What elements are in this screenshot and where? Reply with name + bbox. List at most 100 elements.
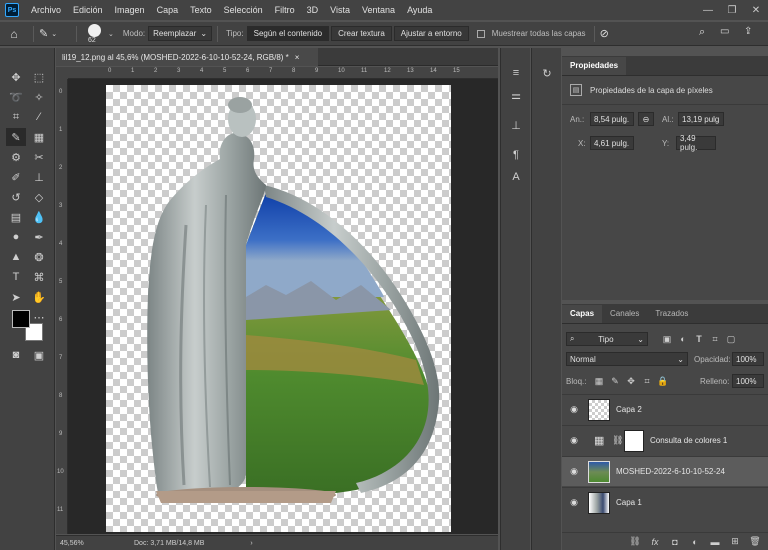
menu-archivo[interactable]: Archivo [25,0,67,20]
menu-edicion[interactable]: Edición [67,0,109,20]
filter-pixel-icon[interactable]: ▣ [660,332,674,346]
quick-mask-icon[interactable]: ◙ [6,346,26,364]
brush-settings-icon[interactable]: ≡ [506,64,526,82]
path-selection-tool-icon[interactable]: ➤ [6,288,26,306]
pen-tool-alt-icon[interactable]: ▲ [6,248,26,266]
new-group-icon[interactable]: ▬ [708,535,722,549]
glyphs-icon[interactable]: ¶ [506,146,526,164]
type-create-texture-button[interactable]: Crear textura [331,26,392,41]
layer-mask-thumbnail[interactable] [624,429,644,452]
visibility-eye-icon[interactable]: ◉ [568,435,580,447]
filter-adjustment-icon[interactable]: ◐ [676,332,690,346]
home-icon[interactable]: ⌂ [0,27,28,41]
clone-stamp-tool-icon[interactable]: ⊥ [29,168,49,186]
chain-link-icon[interactable]: ⛓ [612,435,623,446]
zoom-level[interactable]: 45,56% [60,540,108,547]
layer-filter-select[interactable]: ⌕ Tipo ⌄ [566,332,648,346]
brushes-icon[interactable]: ⚌ [506,86,526,104]
fill-field[interactable]: 100% [732,374,764,388]
new-layer-icon[interactable]: ⊞ [728,535,742,549]
adjustment-layer-icon[interactable]: ◐ [688,535,702,549]
visibility-eye-icon[interactable]: ◉ [568,466,580,478]
y-field[interactable]: 3,49 pulg. [676,134,716,152]
menu-texto[interactable]: Texto [184,0,218,20]
type-content-aware-button[interactable]: Según el contenido [246,26,330,41]
canvas-area[interactable] [68,79,498,534]
chevron-down-icon[interactable]: ⌄ [108,30,114,38]
patch-tool-icon[interactable]: ⚙ [6,148,26,166]
visibility-eye-icon[interactable]: ◉ [568,404,580,416]
brush-tool-icon[interactable]: ✐ [6,168,26,186]
menu-3d[interactable]: 3D [301,0,325,20]
menu-ayuda[interactable]: Ayuda [401,0,438,20]
height-field[interactable]: 13,19 pulg [678,112,724,126]
layer-row[interactable]: ◉ Capa 2 [562,394,768,424]
gradient-tool-icon[interactable]: ▤ [6,208,26,226]
width-field[interactable]: 8,54 pulg. [590,112,634,126]
marquee-tool-icon[interactable]: ⬚ [29,68,49,86]
share-icon[interactable]: ⇪ [744,26,752,37]
trash-icon[interactable]: 🗑 [748,535,762,549]
hand-tool-icon[interactable]: ✋ [29,288,49,306]
minimize-icon[interactable]: — [696,0,720,20]
eraser-tool-icon[interactable]: ◇ [29,188,49,206]
history-icon[interactable]: ↻ [537,64,557,82]
character-icon[interactable]: A [506,168,526,186]
menu-filtro[interactable]: Filtro [269,0,301,20]
crop-tool-icon[interactable]: ⌗ [6,108,26,126]
menu-imagen[interactable]: Imagen [109,0,151,20]
pen-tool-icon[interactable]: ✒ [29,228,49,246]
custom-shape-tool-icon[interactable]: ⌘ [29,268,49,286]
menu-capa[interactable]: Capa [151,0,185,20]
fx-icon[interactable]: fx [648,535,662,549]
filter-shape-icon[interactable]: ⌗ [708,332,722,346]
workspace-icon[interactable]: ▭ [720,26,729,37]
blur-tool-icon[interactable]: 💧 [29,208,49,226]
close-tab-icon[interactable]: × [295,53,300,62]
close-window-icon[interactable]: ✕ [744,0,768,20]
lock-position-icon[interactable]: ✥ [624,374,638,388]
filter-smart-object-icon[interactable]: ▢ [724,332,738,346]
brush-size-picker[interactable]: 62 [82,23,108,45]
mode-select[interactable]: Reemplazar ⌄ [148,26,213,41]
layer-row[interactable]: ◉ ▦ ⛓ Consulta de colores 1 [562,425,768,455]
magic-wand-tool-icon[interactable]: ✧ [29,88,49,106]
opacity-field[interactable]: 100% [732,352,764,366]
menu-ventana[interactable]: Ventana [356,0,401,20]
tab-capas[interactable]: Capas [562,305,603,323]
move-tool-icon[interactable]: ✥ [6,68,26,86]
x-field[interactable]: 4,61 pulg. [590,136,634,150]
blend-mode-select[interactable]: Normal ⌄ [566,352,688,366]
lock-artboard-icon[interactable]: ⌗ [640,374,654,388]
content-aware-move-tool-icon[interactable]: ✂ [29,148,49,166]
search-icon[interactable]: ⌕ [699,26,705,39]
add-mask-icon[interactable]: ◘ [668,535,682,549]
link-icon[interactable]: ⊖ [638,112,654,126]
document-canvas[interactable] [106,85,451,532]
type-tool-icon[interactable]: T [6,268,26,286]
lock-all-icon[interactable]: 🔒 [656,374,670,388]
dodge-tool-icon[interactable]: ● [6,228,26,246]
lock-pixels-icon[interactable]: ✎ [608,374,622,388]
lasso-tool-icon[interactable]: ➰ [6,88,26,106]
tab-propiedades[interactable]: Propiedades [562,57,627,75]
screen-mode-icon[interactable]: ▣ [29,346,49,364]
healing-brush-tool-icon[interactable]: ▦ [29,128,49,146]
layer-row[interactable]: ◉ Capa 1 [562,487,768,517]
clone-source-icon[interactable]: ⊥ [506,116,526,134]
pressure-icon[interactable]: ⊘ [600,27,609,40]
tab-trazados[interactable]: Trazados [647,305,696,323]
document-tab[interactable]: lil19_12.png al 45,6% (MOSHED-2022-6-10-… [56,48,318,66]
visibility-eye-icon[interactable]: ◉ [568,497,580,509]
status-menu-arrow[interactable]: › [250,540,252,547]
history-brush-tool-icon[interactable]: ↺ [6,188,26,206]
menu-vista[interactable]: Vista [324,0,356,20]
eyedropper-tool-icon[interactable]: ⁄ [29,108,49,126]
sponge-tool-icon[interactable]: ❂ [29,248,49,266]
lock-transparency-icon[interactable]: ▦ [592,374,606,388]
layer-row[interactable]: ◉ MOSHED-2022-6-10-10-52-24 [562,456,768,486]
filter-type-icon[interactable]: T [692,332,706,346]
sample-all-checkbox[interactable] [476,29,485,38]
foreground-color-swatch[interactable] [12,310,30,328]
spot-healing-brush-tool-icon[interactable]: ✎ [6,128,26,146]
